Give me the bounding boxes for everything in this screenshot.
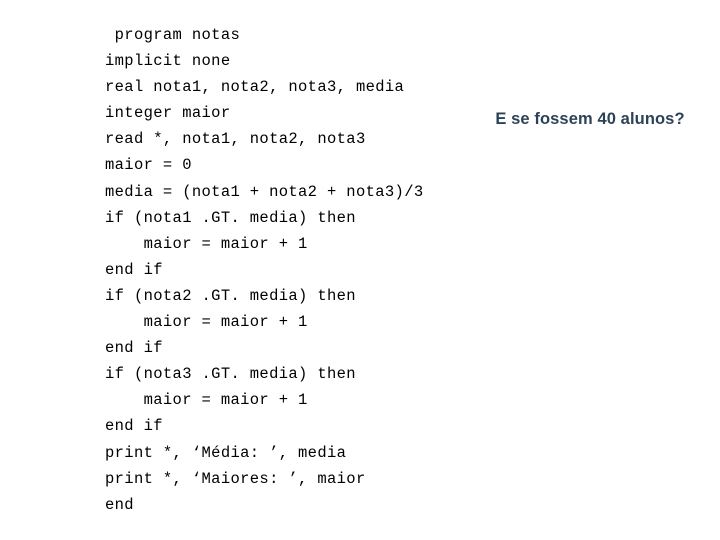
code-line: print *, ‘Média: ’, media (105, 443, 347, 462)
code-line: media = (nota1 + nota2 + nota3)/3 (105, 182, 424, 201)
fortran-code-block: program notas implicit none real nota1, no… (105, 22, 505, 518)
code-line: implicit none (105, 52, 231, 71)
slide-canvas: program notas implicit none real nota1, no… (0, 0, 720, 540)
code-line: maior = 0 (105, 156, 192, 175)
code-line: end if (105, 260, 163, 279)
code-line: integer maior (105, 104, 231, 123)
code-line: if (nota2 .GT. media) then (105, 286, 356, 305)
code-line: read *, nota1, nota2, nota3 (105, 130, 366, 149)
code-line: maior = maior + 1 (105, 234, 308, 253)
code-line: end if (105, 339, 163, 358)
code-line: real nota1, nota2, nota3, media (105, 78, 405, 97)
code-line: end (105, 495, 134, 514)
code-line: if (nota3 .GT. media) then (105, 365, 356, 384)
code-line: print *, ‘Maiores: ’, maior (105, 469, 366, 488)
code-line: maior = maior + 1 (105, 313, 308, 332)
code-line: maior = maior + 1 (105, 391, 308, 410)
code-line: end if (105, 417, 163, 436)
code-line: program notas (105, 26, 241, 44)
question-annotation: E se fossem 40 alunos? (495, 110, 685, 128)
code-line: if (nota1 .GT. media) then (105, 208, 356, 227)
